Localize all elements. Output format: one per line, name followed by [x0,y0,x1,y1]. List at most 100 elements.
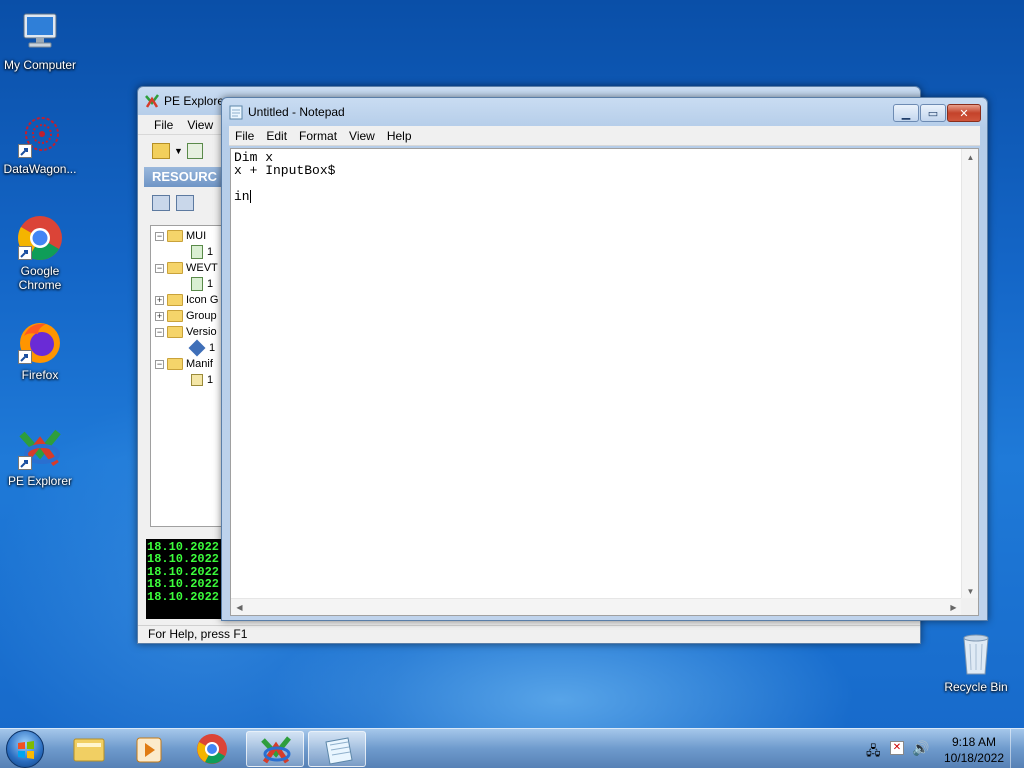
collapse-icon[interactable]: − [155,231,164,241]
datawagon-icon [16,112,64,160]
tree-node-manifest-1[interactable]: 1 [191,372,213,388]
taskbar-media-player[interactable] [120,731,178,767]
notepad-icon [325,737,353,765]
text-line: x + InputBox$ [234,163,336,178]
collapse-icon[interactable]: − [155,359,164,369]
folder-icon [167,310,183,322]
log-console: 18.10.2022 18.10.2022 18.10.2022 18.10.2… [146,539,222,619]
pe-explorer-icon [16,424,64,472]
shortcut-arrow-icon [18,144,32,158]
tree-node-mui-1[interactable]: 1 [191,244,213,260]
menu-file[interactable]: File [138,118,179,132]
resource-tree[interactable]: − MUI 1 − WEVT 1 + Icon G + Group − Versio 1 … [150,225,222,527]
notepad-window[interactable]: Untitled - Notepad ▁ ▭ ✕ File Edit Forma… [221,97,988,621]
clock[interactable]: 9:18 AM 10/18/2022 [944,734,1004,766]
tree-node-icon-group[interactable]: + Icon G [155,292,218,308]
notepad-menubar: File Edit Format View Help [229,126,980,146]
taskbar-pe-explorer[interactable] [246,731,304,767]
pe-toolbar: ▼ [152,143,203,159]
volume-icon[interactable]: 🔊 [912,740,929,757]
resource-file-icon [191,245,203,259]
save-resource-icon[interactable] [176,195,194,211]
maximize-button[interactable]: ▭ [920,104,946,122]
desktop-icon-label: PE Explorer [7,474,73,488]
desktop-icon-recycle-bin[interactable]: Recycle Bin [936,630,1016,694]
desktop-icon-datawagon[interactable]: DataWagon... [0,112,80,176]
text-caret [249,190,251,203]
log-line: 18.10.2022 [147,589,220,604]
folder-icon [167,294,183,306]
scroll-up-icon[interactable]: ▲ [962,149,979,166]
desktop-icon-label: DataWagon... [3,162,77,176]
pe-status-bar: For Help, press F1 [138,625,920,643]
expand-icon[interactable]: + [155,295,164,305]
collapse-icon[interactable]: − [155,327,164,337]
tree-node-manifest[interactable]: − Manif [155,356,213,372]
window-title: Untitled - Notepad [248,105,345,119]
computer-icon [16,8,64,56]
tree-node-wevt[interactable]: − WEVT [155,260,218,276]
tree-node-group[interactable]: + Group [155,308,217,324]
close-button[interactable]: ✕ [947,104,981,122]
menu-format[interactable]: Format [293,129,343,143]
dropdown-arrow-icon[interactable]: ▼ [174,143,183,159]
scroll-left-icon[interactable]: ◀ [231,599,248,616]
log-line: 18.10.2022 [147,552,220,567]
log-line: 18.10.2022 [147,577,220,592]
desktop-icon-label: Firefox [21,368,59,382]
vertical-scrollbar[interactable]: ▲ ▼ [961,149,978,600]
resource-file-icon [191,277,203,291]
firefox-icon [16,318,64,366]
menu-file[interactable]: File [229,129,260,143]
shortcut-arrow-icon [18,456,32,470]
open-folder-icon[interactable] [152,143,170,159]
notepad-app-icon [229,105,243,120]
folder-icon [73,738,105,762]
system-tray: 🖧 ✕ 🔊 9:18 AM 10/18/2022 [860,729,1024,768]
desktop-icon-firefox[interactable]: Firefox [0,318,80,382]
menu-help[interactable]: Help [381,129,418,143]
desktop-icon-my-computer[interactable]: My Computer [0,8,80,72]
network-icon[interactable]: 🖧 [866,742,881,764]
resource-toolbar [152,195,194,211]
scrollbar-corner [961,598,978,615]
desktop-icon-pe-explorer[interactable]: PE Explorer [0,424,80,488]
minimize-button[interactable]: ▁ [893,104,919,122]
menu-edit[interactable]: Edit [260,129,293,143]
shortcut-arrow-icon [18,246,32,260]
window-title: PE Explorer [164,94,229,108]
notepad-titlebar[interactable]: Untitled - Notepad [222,98,987,126]
desktop-icon-google-chrome[interactable]: Google Chrome [0,214,80,292]
taskbar-notepad[interactable] [308,731,366,767]
expand-icon[interactable]: + [155,311,164,321]
action-center-alert-icon[interactable]: ✕ [890,741,904,755]
minimize-icon: ▁ [901,107,911,120]
notepad-text-area[interactable]: Dim xx + InputBox$ in ▲ ▼ ◀ ▶ [230,148,979,616]
recycle-bin-icon [952,630,1000,678]
text-line-current: in [234,189,251,204]
tree-node-version-1[interactable]: 1 [188,339,215,357]
menu-view[interactable]: View [343,129,381,143]
manifest-icon [191,374,203,386]
menu-view[interactable]: View [179,118,219,132]
collapse-icon[interactable]: − [155,263,164,273]
version-info-icon [188,339,206,357]
caption-buttons: ▁ ▭ ✕ [892,104,981,122]
tree-node-mui[interactable]: − MUI [155,228,206,244]
scroll-right-icon[interactable]: ▶ [945,599,962,616]
folder-open-icon [167,358,183,370]
refresh-icon[interactable] [186,143,203,159]
taskbar: 🖧 ✕ 🔊 9:18 AM 10/18/2022 [0,728,1024,768]
start-button[interactable] [6,730,44,768]
windows-logo-icon [18,741,34,759]
horizontal-scrollbar[interactable]: ◀ ▶ [231,598,962,615]
media-player-icon [136,737,162,763]
taskbar-chrome[interactable] [183,731,241,767]
clock-date: 10/18/2022 [943,751,1004,765]
show-desktop-button[interactable] [1010,729,1024,768]
folder-open-icon [167,230,183,242]
tree-node-version[interactable]: − Versio [155,324,217,340]
tree-node-wevt-1[interactable]: 1 [191,276,213,292]
taskbar-explorer[interactable] [60,731,118,767]
extract-icon[interactable] [152,195,170,211]
